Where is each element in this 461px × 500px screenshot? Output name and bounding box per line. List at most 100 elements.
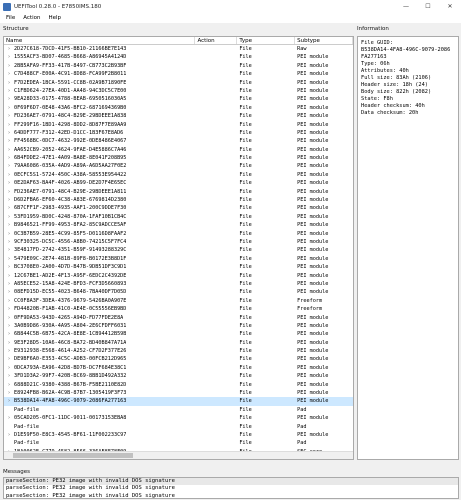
expand-chevron-icon[interactable]: › [4, 104, 14, 112]
expand-chevron-icon[interactable]: › [4, 121, 14, 129]
tree-row[interactable]: › E9312938-E568-4614-A252-CF7D2F377E26 Fil… [4, 347, 353, 355]
tree-row[interactable]: › FF299F16-1BD1-4298-8DD2-8D87F7E89AA9 Fil… [4, 121, 353, 129]
expand-chevron-icon[interactable]: › [4, 87, 14, 95]
column-header-action[interactable]: Action [195, 37, 238, 44]
column-header-type[interactable]: Type [237, 37, 296, 44]
expand-chevron-icon[interactable]: › [4, 179, 14, 187]
tree-row[interactable]: › FD236AE7-0791-48C4-B29E-29BDEEE1A811 Fil… [4, 188, 353, 196]
tree-row[interactable]: › 0FF9DA53-943D-4265-A94D-FD77FDE2E8A File… [4, 314, 353, 322]
tree-row[interactable]: › FD44820B-F1AB-41C0-AE4E-0C55556EB9BD Fil… [4, 305, 353, 313]
tree-row[interactable]: › AA652CB9-2052-4624-9FAE-D4E5886C7A46 Fil… [4, 146, 353, 154]
expand-chevron-icon[interactable]: › [4, 204, 14, 212]
tree-row[interactable]: › 6B7CFF1F-2983-4935-AAF1-200C9DDE7F30 Fil… [4, 204, 353, 212]
tree-row[interactable]: › 0F69F6D7-0E48-43A6-BFC2-6871694369B0 Fil… [4, 104, 353, 112]
tree-row[interactable]: › 3E4817FD-2742-4351-B59F-91493288329C Fil… [4, 246, 353, 254]
expand-chevron-icon[interactable]: › [4, 129, 14, 137]
tree-row[interactable]: › 3FD1D3A2-99F7-420B-BC69-8BB1D492A332 Fil… [4, 372, 353, 380]
expand-chevron-icon[interactable]: › [4, 238, 14, 246]
expand-chevron-icon[interactable]: › [4, 364, 14, 372]
scrollbar-thumb[interactable] [13, 453, 133, 458]
tree-row[interactable]: › D1E59F50-E8C3-4545-BF61-11F002233C97 Fil… [4, 431, 353, 439]
tree-row[interactable]: › 2D27C618-7DCD-41F5-BB10-21166BE7E143 Fil… [4, 45, 353, 53]
menu-action[interactable]: Action [21, 15, 42, 21]
tree-row[interactable]: › A85ECE52-15A8-424E-BFD3-FCF3D5660893 Fil… [4, 280, 353, 288]
tree-row[interactable]: › 5479E09C-2E74-481B-89F8-B0172E3B8D1F Fil… [4, 255, 353, 263]
tree-row[interactable]: › 1555ACF3-BD07-4685-B668-A86945A4124D Fil… [4, 53, 353, 61]
tree-row[interactable]: Pad-file File Pad [4, 406, 353, 414]
tree-row[interactable]: › 64DDF777-F312-42ED-D1CC-1B3F67E8AD6 File… [4, 129, 353, 137]
expand-chevron-icon[interactable]: › [4, 314, 14, 322]
tree-row[interactable]: › 6B844C5B-6B75-42CA-8E8E-1CB94412B59B Fil… [4, 330, 353, 338]
tree-row[interactable]: › 6888D21C-9380-4388-B67B-F5BE2110E82D Fil… [4, 381, 353, 389]
tree-row[interactable]: › 12C67BE1-AD2E-4F13-A95F-6EDC2C4392DE Fil… [4, 272, 353, 280]
expand-chevron-icon[interactable]: › [4, 414, 14, 422]
tree-row[interactable]: › 9E3F28D5-10A6-46C8-BA72-BD40B847A71A Fil… [4, 339, 353, 347]
tree-row[interactable]: › 0DCA793A-EA96-42D8-BD7B-DC7F684E38C1 Fil… [4, 364, 353, 372]
expand-chevron-icon[interactable]: › [4, 53, 14, 61]
expand-chevron-icon[interactable]: › [4, 162, 14, 170]
tree-row[interactable]: › BC3708E0-2A00-4D7D-B47B-9DB51DF3C9D1 Fil… [4, 263, 353, 271]
column-header-subtype[interactable]: Subtype [295, 37, 353, 44]
expand-chevron-icon[interactable]: › [4, 255, 14, 263]
expand-chevron-icon[interactable]: › [4, 171, 14, 179]
tree-row[interactable]: › B538DA14-4FA8-496C-9079-2086FA277163 Fil… [4, 397, 353, 406]
expand-chevron-icon[interactable]: › [4, 246, 14, 254]
message-line[interactable]: parseSection: PE32 image with invalid DO… [4, 478, 458, 486]
minimize-button[interactable]: — [395, 0, 417, 13]
tree-row[interactable]: › 08EFD15D-EC55-4023-B648-7BA40DF7D05D Fil… [4, 288, 353, 296]
tree-row[interactable]: › DE9BF6A0-E353-4C5C-ADB3-00FCB212D965 Fil… [4, 355, 353, 363]
expand-chevron-icon[interactable]: › [4, 288, 14, 296]
menu-file[interactable]: File [4, 15, 17, 21]
tree-row[interactable]: › 9CF30325-DC5C-4556-A8B0-74215C5F7FC4 Fil… [4, 238, 353, 246]
expand-chevron-icon[interactable]: › [4, 79, 14, 87]
expand-chevron-icon[interactable]: › [4, 230, 14, 238]
expand-chevron-icon[interactable]: › [4, 188, 14, 196]
column-header-name[interactable]: Name [4, 37, 196, 44]
expand-chevron-icon[interactable]: › [4, 95, 14, 103]
expand-chevron-icon[interactable]: › [4, 305, 14, 313]
tree-row[interactable]: Pad-file File Pad [4, 423, 353, 431]
expand-chevron-icon[interactable]: › [4, 280, 14, 288]
expand-chevron-icon[interactable]: › [4, 381, 14, 389]
tree-row[interactable]: › FD236AE7-0791-48C4-B29E-29BDEEE1A838 Fil… [4, 112, 353, 120]
structure-tree[interactable]: Name Action Type Subtype › 2D27C618-7DCD-… [3, 36, 354, 460]
tree-row[interactable]: › C1FBD624-27EA-40D1-AA48-94C3DC5C7E00 Fil… [4, 87, 353, 95]
horizontal-scrollbar[interactable] [4, 451, 353, 459]
tree-row[interactable]: › 6B4FDDE2-47E1-4A09-BA8E-8E041F208B95 Fil… [4, 154, 353, 162]
expand-chevron-icon[interactable]: › [4, 263, 14, 271]
expand-chevron-icon[interactable]: › [4, 137, 14, 145]
tree-row[interactable]: › 2BB5AFA9-FF33-417B-8497-CB773C2B93BF Fil… [4, 62, 353, 70]
expand-chevron-icon[interactable]: › [4, 213, 14, 221]
message-line[interactable]: parseSection: PE32 image with invalid DO… [4, 485, 458, 492]
messages-panel[interactable]: parseSection: PE32 image with invalid DO… [3, 477, 459, 499]
close-button[interactable]: ✕ [439, 0, 461, 13]
expand-chevron-icon[interactable]: › [4, 112, 14, 120]
tree-row[interactable]: › CC0F8A3F-3DEA-4376-9679-5426BA0A907E Fil… [4, 297, 353, 305]
expand-chevron-icon[interactable]: › [4, 70, 14, 78]
tree-row[interactable]: › F7D2EDEA-1BCA-5591-CC8B-02A9B71890FE Fil… [4, 79, 353, 87]
tree-row[interactable]: › 53FD1959-BD0C-4248-870A-1FAF10B1CB4C Fil… [4, 213, 353, 221]
tree-row[interactable]: Pad-file File Pad [4, 439, 353, 447]
tree-row[interactable]: › 0E2DAF63-BA4F-4026-AB99-DE2D7F4E65EC Fil… [4, 179, 353, 187]
tree-row[interactable]: › 3A0B9D86-930A-4A95-A804-2E6CFDFF6031 Fil… [4, 322, 353, 330]
expand-chevron-icon[interactable]: › [4, 431, 14, 439]
maximize-button[interactable]: ☐ [417, 0, 439, 13]
tree-row[interactable]: › 79AA6086-035A-4AD9-A89A-A6D5AA27F0E2 Fil… [4, 162, 353, 170]
tree-row[interactable]: › E8924FB8-B62A-4C9B-87B7-1305419F3F73 Fil… [4, 389, 353, 397]
expand-chevron-icon[interactable]: › [4, 196, 14, 204]
expand-chevron-icon[interactable]: › [4, 45, 14, 53]
expand-chevron-icon[interactable]: › [4, 221, 14, 229]
tree-row[interactable]: › 9EA28D33-0175-4788-BEAB-6950516030A5 Fil… [4, 95, 353, 103]
expand-chevron-icon[interactable]: › [4, 62, 14, 70]
expand-chevron-icon[interactable]: › [4, 397, 14, 405]
expand-chevron-icon[interactable]: › [4, 322, 14, 330]
tree-row[interactable]: › 0ECFC5S1-5724-450C-A38A-58553E954422 Fil… [4, 171, 353, 179]
tree-row[interactable]: › 05CAD205-0FC1-11DC-9011-00173153EBA8 Fil… [4, 414, 353, 422]
expand-chevron-icon[interactable]: › [4, 347, 14, 355]
tree-row[interactable]: › D6D2FBA6-EF60-4C38-A83E-6769814D2380 Fil… [4, 196, 353, 204]
expand-chevron-icon[interactable]: › [4, 330, 14, 338]
expand-chevron-icon[interactable]: › [4, 389, 14, 397]
message-line[interactable]: parseSection: PE32 image with invalid DO… [4, 493, 458, 498]
expand-chevron-icon[interactable]: › [4, 355, 14, 363]
expand-chevron-icon[interactable]: › [4, 372, 14, 380]
